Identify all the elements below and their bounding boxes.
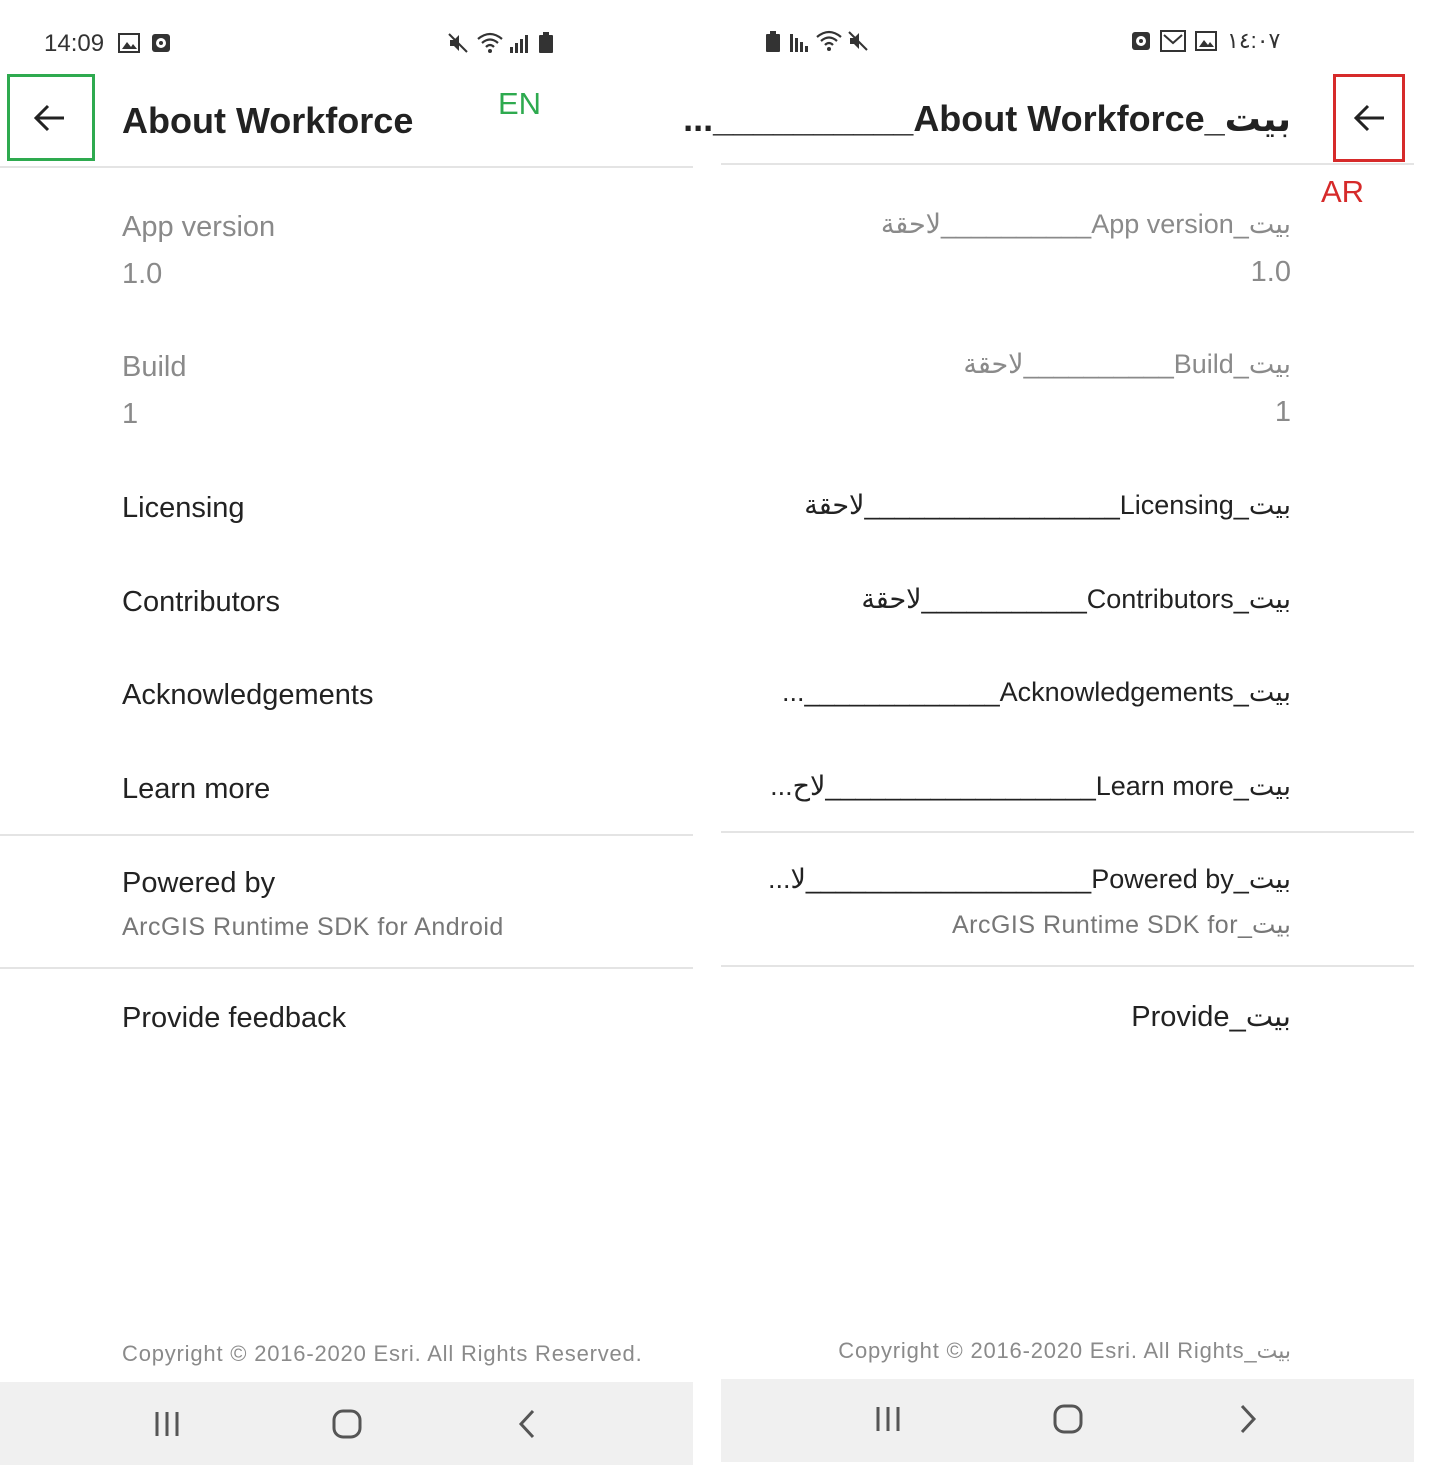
- build-value: 1: [122, 398, 139, 430]
- powered-by-label: Powered by: [122, 867, 276, 899]
- build-label: بيت_Build__________لاحقة: [963, 349, 1291, 379]
- arabic-screen: ١٤:٠٧ بيت_About Workforce__________... A…: [683, 0, 1414, 1465]
- page-title: About Workforce: [122, 100, 414, 141]
- wifi-icon: [477, 32, 503, 53]
- app-version-label: بيت_App version__________لاحقة: [880, 209, 1291, 239]
- contributors-item[interactable]: Contributors: [122, 586, 280, 619]
- contributors-item[interactable]: بيت_Contributors___________لاحقة: [741, 584, 1291, 615]
- image-icon: [118, 33, 140, 53]
- clock-icon: [152, 34, 170, 52]
- signal-icon: [510, 35, 528, 53]
- home-icon[interactable]: [1052, 1403, 1084, 1435]
- header-divider: [721, 163, 1414, 165]
- mute-icon: [448, 33, 468, 53]
- section-divider: [0, 967, 693, 969]
- section-divider: [721, 831, 1414, 833]
- battery-icon: [539, 32, 553, 53]
- powered-by-value: ArcGIS Runtime SDK for Android: [122, 913, 504, 941]
- copyright-text: بيت_Copyright © 2016-2020 Esri. All Righ…: [838, 1338, 1291, 1363]
- learn-more-item[interactable]: بيت_Learn more__________________لاح...: [741, 771, 1291, 802]
- recents-icon[interactable]: [874, 1405, 902, 1433]
- provide-feedback-item[interactable]: بيت_Provide: [741, 999, 1291, 1034]
- powered-by-value: بيت_ArcGIS Runtime SDK for: [951, 911, 1291, 939]
- language-tag-ar: AR: [1321, 174, 1365, 209]
- mute-icon: [848, 31, 868, 51]
- copyright-text: Copyright © 2016-2020 Esri. All Rights R…: [122, 1341, 643, 1366]
- english-screen: 14:09 About Workforce EN App version 1.0…: [0, 0, 693, 1465]
- page-title: بيت_About Workforce__________...: [683, 98, 1291, 139]
- status-time: 14:09: [44, 30, 105, 57]
- build-label: Build: [122, 351, 187, 383]
- wifi-icon: [816, 30, 842, 51]
- mail-icon: [1160, 30, 1186, 52]
- chevron-icon[interactable]: [1237, 1403, 1259, 1435]
- app-version-value: 1.0: [1250, 256, 1291, 288]
- status-time: ١٤:٠٧: [1227, 28, 1281, 53]
- section-divider: [0, 834, 693, 836]
- provide-feedback-item[interactable]: Provide feedback: [122, 1002, 346, 1035]
- powered-by-label: بيت_Powered by___________________لا...: [767, 864, 1291, 894]
- acknowledgements-item[interactable]: Acknowledgements: [122, 679, 373, 712]
- chevron-icon[interactable]: [516, 1408, 538, 1440]
- arrow-left-icon: [33, 104, 64, 132]
- licensing-item[interactable]: بيت_Licensing_________________لاحقة: [741, 490, 1291, 521]
- system-navbar: [0, 1382, 693, 1465]
- arrow-left-icon: [1353, 104, 1384, 132]
- build-value: 1: [1274, 396, 1291, 428]
- recents-icon[interactable]: [153, 1410, 181, 1438]
- licensing-item[interactable]: Licensing: [122, 492, 245, 525]
- battery-icon: [766, 31, 780, 52]
- image-icon: [1195, 31, 1217, 51]
- acknowledgements-item[interactable]: بيت_Acknowledgements_____________...: [741, 677, 1291, 708]
- language-tag-en: EN: [498, 86, 542, 121]
- app-version-label: App version: [122, 211, 276, 243]
- learn-more-item[interactable]: Learn more: [122, 773, 270, 806]
- header-divider: [0, 166, 693, 168]
- signal-icon: [790, 34, 808, 52]
- back-button[interactable]: [1333, 74, 1405, 162]
- clock-icon: [1132, 32, 1150, 50]
- section-divider: [721, 965, 1414, 967]
- system-navbar: [721, 1379, 1414, 1462]
- app-version-value: 1.0: [122, 258, 163, 290]
- back-button[interactable]: [7, 74, 95, 161]
- home-icon[interactable]: [331, 1408, 363, 1440]
